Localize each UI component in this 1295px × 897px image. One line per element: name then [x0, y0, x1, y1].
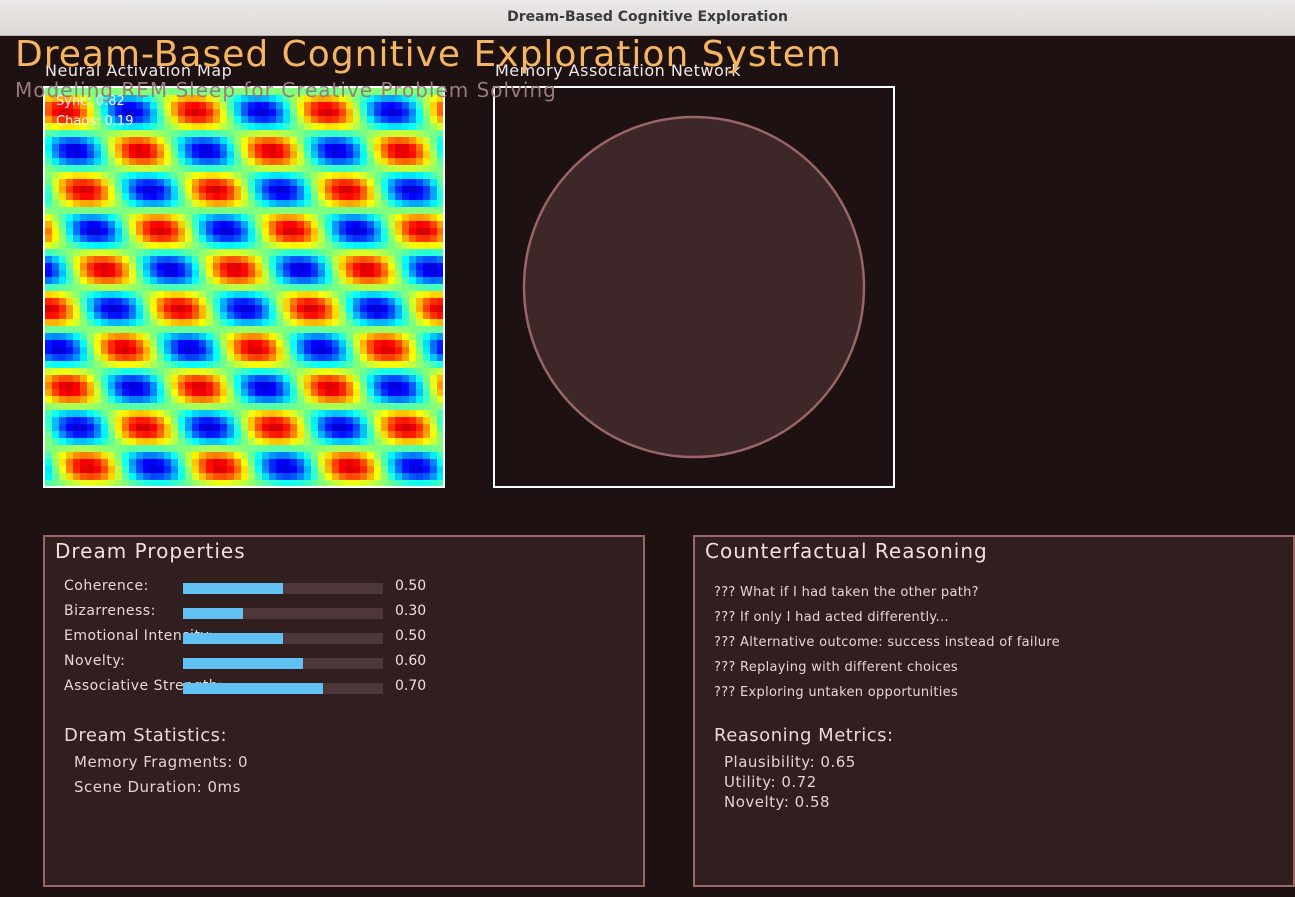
reasoning-metrics-title: Reasoning Metrics: — [714, 725, 894, 746]
property-bar-track — [183, 683, 383, 694]
dream-statistics-title: Dream Statistics: — [64, 725, 228, 746]
property-value: 0.50 — [395, 628, 427, 644]
memory-association-network — [493, 86, 895, 488]
property-bar-track — [183, 633, 383, 644]
window-title: Dream-Based Cognitive Exploration — [507, 9, 788, 25]
counterfactual-line: ??? Replaying with different choices — [714, 660, 958, 675]
dream-properties-panel: Dream Properties Coherence: 0.50 Bizarre… — [43, 535, 645, 887]
dream-properties-title: Dream Properties — [55, 539, 246, 563]
property-bar-fill — [183, 658, 303, 669]
property-label: Novelty: — [64, 653, 126, 669]
property-bar-track — [183, 608, 383, 619]
stat-scene-duration: Scene Duration: 0ms — [74, 778, 241, 796]
stat-memory-fragments: Memory Fragments: 0 — [74, 753, 249, 771]
counterfactual-line: ??? What if I had taken the other path? — [714, 585, 979, 600]
property-value: 0.30 — [395, 603, 427, 619]
counterfactual-line: ??? Alternative outcome: success instead… — [714, 635, 1060, 650]
property-bar-track — [183, 658, 383, 669]
app-subtitle: Modeling REM Sleep for Creative Problem … — [15, 78, 557, 102]
property-bar-fill — [183, 608, 243, 619]
heatmap-canvas — [45, 88, 443, 486]
property-value: 0.50 — [395, 578, 427, 594]
metric-utility: Utility: 0.72 — [724, 773, 817, 791]
memory-node-circle — [522, 115, 866, 459]
counterfactual-panel: Counterfactual Reasoning ??? What if I h… — [693, 535, 1295, 887]
chaos-readout: Chaos: 0.19 — [56, 114, 134, 129]
neural-activation-map: Sync: 0.82 Chaos: 0.19 — [43, 86, 445, 488]
network-canvas — [522, 115, 866, 459]
property-bar-track — [183, 583, 383, 594]
metric-novelty: Novelty: 0.58 — [724, 793, 831, 811]
property-label: Bizarreness: — [64, 603, 156, 619]
metric-plausibility: Plausibility: 0.65 — [724, 753, 856, 771]
property-value: 0.70 — [395, 678, 427, 694]
window-titlebar[interactable]: Dream-Based Cognitive Exploration — [0, 0, 1295, 36]
app-title: Dream-Based Cognitive Exploration System — [15, 34, 842, 75]
property-value: 0.60 — [395, 653, 427, 669]
counterfactual-line: ??? Exploring untaken opportunities — [714, 685, 959, 700]
counterfactual-line: ??? If only I had acted differently... — [714, 610, 949, 625]
property-bar-fill — [183, 583, 283, 594]
property-bar-fill — [183, 683, 323, 694]
counterfactual-title: Counterfactual Reasoning — [705, 539, 988, 563]
property-bar-fill — [183, 633, 283, 644]
property-label: Coherence: — [64, 578, 149, 594]
